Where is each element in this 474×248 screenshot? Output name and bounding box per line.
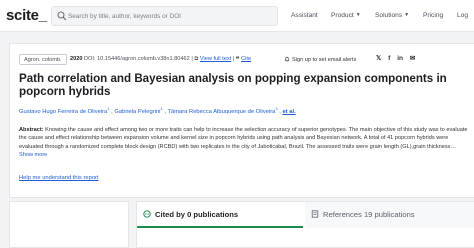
nav-assistant[interactable]: Assistant: [291, 12, 318, 19]
chevron-down-icon: ▼: [404, 12, 410, 18]
document-icon: [311, 210, 319, 218]
external-link-icon: ⧉: [194, 56, 199, 62]
journal-badge[interactable]: Agron. colomb.: [19, 54, 67, 65]
search-box[interactable]: [51, 6, 278, 26]
tab-cited-by[interactable]: Cited by 0 publications: [137, 202, 303, 228]
twitter-icon[interactable]: 𝕏: [376, 55, 381, 62]
quote-bubble-icon: [143, 210, 151, 218]
facebook-icon[interactable]: f: [388, 55, 390, 62]
more-authors-link[interactable]: et al.: [282, 109, 295, 115]
author-link[interactable]: Gustavo Hugo Ferreira de Oliveira1: [19, 106, 110, 115]
abstract: Abstract: Knowing the cause and effect a…: [19, 126, 469, 159]
tab-references[interactable]: References 19 publications: [305, 202, 474, 228]
nav-pricing[interactable]: Pricing: [423, 12, 443, 19]
search-icon: [57, 11, 67, 21]
search-input[interactable]: [68, 9, 273, 23]
publication-year: 2020: [70, 56, 83, 62]
article-meta: 2020 DOI: 10.15446/agron.colomb.v38n1.80…: [70, 56, 252, 62]
quote-icon: ❝: [235, 56, 240, 62]
article-title: Path correlation and Bayesian analysis o…: [19, 72, 447, 99]
view-full-text-link[interactable]: View full text: [200, 56, 231, 62]
abstract-label: Abstract:: [19, 127, 44, 133]
email-alert-button[interactable]: Sign up to set email alerts: [284, 56, 356, 63]
author-link[interactable]: Tâmara Rebecca Albuquerque de Oliveira3: [167, 106, 277, 115]
help-understand-report-link[interactable]: Help me understand this report: [19, 175, 99, 181]
abstract-text: Knowing the cause and effect among two o…: [19, 127, 468, 150]
chevron-down-icon: ▼: [355, 12, 361, 18]
share-links: 𝕏 f in ✉: [376, 54, 420, 62]
doi-text[interactable]: DOI: 10.15446/agron.colomb.v38n1.80462: [84, 56, 190, 62]
side-panel: [9, 201, 129, 248]
top-navigation-bar: scite_ Assistant Product▼ Solutions▼ Pri…: [0, 0, 474, 32]
scite-logo[interactable]: scite_: [6, 7, 47, 24]
nav-product[interactable]: Product ▼: [331, 12, 361, 19]
linkedin-icon[interactable]: in: [397, 55, 403, 62]
author-list: Gustavo Hugo Ferreira de Oliveira1 , Gab…: [19, 106, 296, 115]
citation-tabs: Cited by 0 publications References 19 pu…: [136, 201, 474, 248]
cite-link[interactable]: Cite: [241, 56, 251, 62]
article-card: Agron. colomb. 2020 DOI: 10.15446/agron.…: [9, 43, 474, 198]
nav-solutions[interactable]: Solutions ▼: [375, 12, 409, 19]
email-share-icon[interactable]: ✉: [410, 55, 416, 62]
bell-icon: [284, 56, 290, 62]
nav-login[interactable]: Log: [457, 12, 468, 19]
author-link[interactable]: Gabriela Pelegrini1: [114, 106, 162, 115]
show-more-link[interactable]: Show more: [19, 152, 47, 158]
